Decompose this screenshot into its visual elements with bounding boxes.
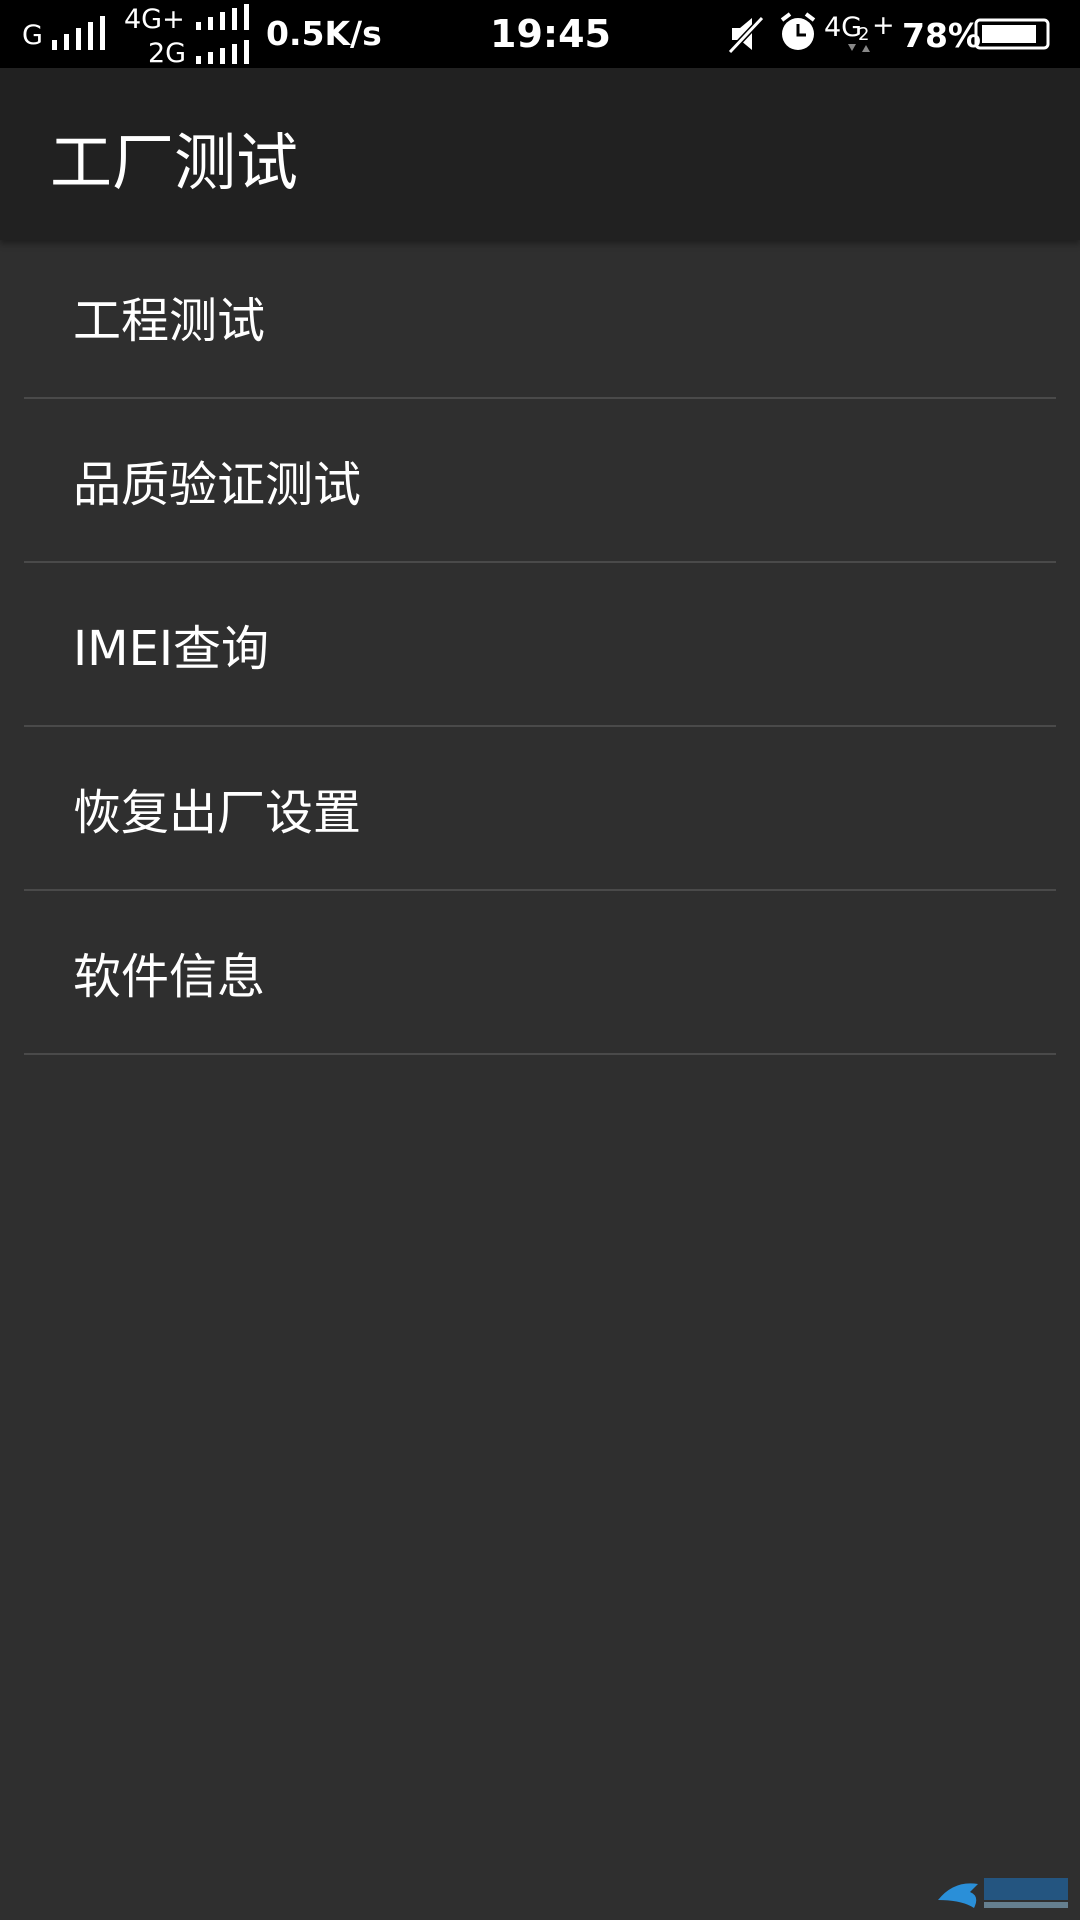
- menu-item-factory-reset[interactable]: 恢复出厂设置: [24, 727, 1056, 891]
- clock: 19:45: [490, 12, 611, 56]
- app-bar: 工厂测试: [0, 68, 1080, 240]
- battery-percent: 78%: [902, 16, 981, 55]
- menu-item-engineering-test[interactable]: 工程测试: [24, 235, 1056, 399]
- mute-icon: [728, 15, 765, 54]
- network3-sub-label: 2: [858, 24, 870, 45]
- menu-item-label: IMEI查询: [73, 621, 270, 677]
- menu-item-label: 工程测试: [73, 293, 266, 349]
- menu-item-imei-query[interactable]: IMEI查询: [24, 563, 1056, 727]
- menu-list: 工程测试 品质验证测试 IMEI查询 恢复出厂设置 软件信息: [24, 235, 1056, 1055]
- network-speed: 0.5K/s: [266, 14, 382, 53]
- menu-item-label: 品质验证测试: [73, 457, 362, 513]
- carrier2-bottom-label: 2G: [148, 38, 187, 69]
- page-title: 工厂测试: [50, 126, 299, 199]
- network3-plus-label: +: [872, 10, 895, 41]
- battery-icon: [974, 18, 1050, 50]
- menu-item-label: 恢复出厂设置: [73, 785, 362, 841]
- menu-item-label: 软件信息: [73, 949, 266, 1005]
- menu-item-software-info[interactable]: 软件信息: [24, 891, 1056, 1055]
- alarm-icon: [780, 12, 816, 50]
- signal-icon: [196, 4, 252, 30]
- carrier2-top-label: 4G+: [124, 4, 185, 35]
- signal-icon: [196, 40, 252, 64]
- data-activity-icon: [848, 44, 870, 52]
- network3-label: 4G: [824, 12, 863, 43]
- carrier1-label: G: [22, 20, 43, 51]
- watermark-logo-icon: [938, 1878, 1068, 1908]
- menu-item-quality-test[interactable]: 品质验证测试: [24, 399, 1056, 563]
- status-bar: G 4G+ 2G 0.5K/s 19:45 4G 2 + 78%: [0, 0, 1080, 69]
- signal-icon: [52, 16, 112, 50]
